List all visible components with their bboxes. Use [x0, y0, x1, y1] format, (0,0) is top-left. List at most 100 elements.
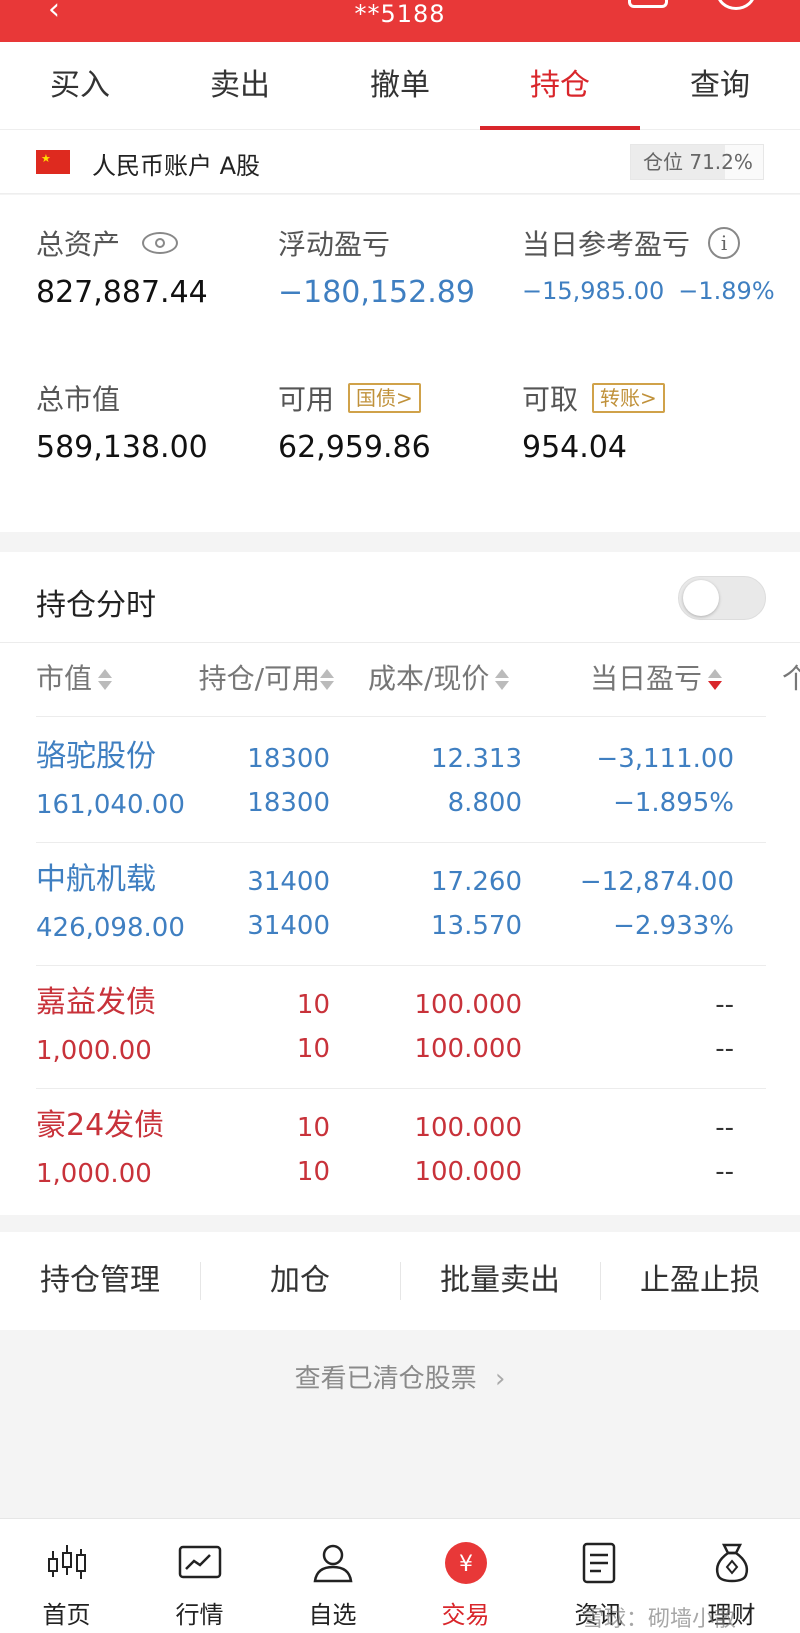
- bond-position: 10: [296, 1113, 330, 1143]
- sort-desc-icon: [708, 669, 723, 691]
- holdings-timeline-toggle[interactable]: [678, 576, 766, 620]
- watermark: 雪球：砌墙小散: [582, 1607, 737, 1632]
- manage-holdings-button[interactable]: 持仓管理: [0, 1232, 200, 1330]
- asset-summary: 总资产 827,887.44 浮动盈亏 −180,152.89 当日参考盈亏 i …: [0, 195, 800, 532]
- bond-daily-pl-pct: --: [715, 1034, 734, 1064]
- document-icon: [582, 1542, 616, 1584]
- total-assets-value: 827,887.44: [36, 275, 208, 310]
- market-value-cell: 总市值 589,138.00: [36, 378, 208, 465]
- nav-market[interactable]: 行情: [133, 1519, 266, 1633]
- sort-icon: [320, 669, 334, 691]
- daily-pl-label: 当日参考盈亏: [522, 228, 691, 261]
- tab-query[interactable]: 查询: [660, 42, 780, 130]
- bond-name: 豪24发债: [36, 1108, 165, 1143]
- table-row[interactable]: 中航机载 426,098.00 31400 31400 17.260 13.57…: [0, 843, 800, 965]
- total-assets-label: 总资产: [36, 228, 121, 261]
- tab-cancel[interactable]: 撤单: [340, 42, 460, 130]
- floating-pl-label: 浮动盈亏: [278, 228, 391, 261]
- bond-daily-pl: --: [715, 1113, 734, 1143]
- stock-market-value: 161,040.00: [36, 790, 185, 820]
- table-row[interactable]: 嘉益发债 1,000.00 10 10 100.000 100.000 -- -…: [0, 966, 800, 1088]
- table-row[interactable]: 骆驼股份 161,040.00 18300 18300 12.313 8.800…: [0, 720, 800, 842]
- view-cleared-stocks-label: 查看已清仓股票: [294, 1364, 477, 1394]
- sort-icon: [98, 669, 113, 691]
- daily-pl-value: −15,985.00: [522, 277, 665, 305]
- floating-pl-value: −180,152.89: [278, 275, 475, 310]
- account-title: **5188: [354, 0, 446, 28]
- person-icon: [313, 1544, 353, 1583]
- header-daily-pl[interactable]: 当日盈亏: [590, 642, 723, 716]
- batch-sell-button[interactable]: 批量卖出: [400, 1232, 600, 1330]
- view-cleared-stocks-link[interactable]: 查看已清仓股票 ›: [0, 1358, 800, 1395]
- bond-cost: 100.000: [414, 1113, 522, 1143]
- divider: [36, 716, 766, 717]
- tab-holdings[interactable]: 持仓: [500, 42, 620, 130]
- daily-pl-percent: −1.89%: [678, 277, 775, 305]
- header-position[interactable]: 持仓/可用: [174, 642, 334, 716]
- stock-available: 18300: [247, 788, 330, 818]
- withdrawable-label: 可取: [522, 383, 579, 416]
- withdrawable-cell: 可取 转账> 954.04: [522, 378, 665, 465]
- withdrawable-value: 954.04: [522, 430, 627, 465]
- nav-home[interactable]: 首页: [0, 1519, 133, 1633]
- trade-tabs: 买入 卖出 撤单 持仓 查询: [0, 42, 800, 130]
- market-value-label: 总市值: [36, 383, 121, 416]
- account-label: 人民币账户 A股: [92, 152, 261, 180]
- account-row: ★ 人民币账户 A股 仓位 71.2%: [0, 130, 800, 194]
- floating-pl-cell: 浮动盈亏 −180,152.89: [278, 223, 475, 310]
- market-chart-icon: [178, 1545, 222, 1579]
- table-row[interactable]: 豪24发债 1,000.00 10 10 100.000 100.000 -- …: [0, 1089, 800, 1211]
- info-icon[interactable]: i: [708, 227, 741, 259]
- nav-trade[interactable]: ¥ 交易: [399, 1519, 532, 1633]
- message-icon[interactable]: [628, 0, 668, 8]
- take-profit-stop-loss-button[interactable]: 止盈止损: [600, 1232, 800, 1330]
- bond-daily-pl-pct: --: [715, 1157, 734, 1187]
- stock-name: 中航机载: [36, 862, 156, 897]
- holdings-timeline-label: 持仓分时: [36, 588, 156, 623]
- nav-trade-label: 交易: [441, 1601, 490, 1629]
- tab-buy[interactable]: 买入: [20, 42, 140, 130]
- bond-price: 100.000: [414, 1034, 522, 1064]
- add-position-button[interactable]: 加仓: [200, 1232, 400, 1330]
- available-value: 62,959.86: [278, 430, 431, 465]
- stock-cost: 17.260: [431, 867, 522, 897]
- eye-icon[interactable]: [142, 232, 179, 254]
- stock-daily-pl-pct: −2.933%: [613, 911, 734, 941]
- toggle-knob: [683, 580, 719, 616]
- stock-position: 18300: [247, 744, 330, 774]
- available-label: 可用: [278, 383, 335, 416]
- header-market-value[interactable]: 市值: [36, 642, 113, 716]
- header-cost-price[interactable]: 成本/现价: [368, 642, 510, 716]
- bond-market-value: 1,000.00: [36, 1159, 152, 1189]
- transfer-tag[interactable]: 转账>: [592, 383, 665, 413]
- stock-cost: 12.313: [431, 744, 522, 774]
- stock-daily-pl: −3,111.00: [596, 744, 734, 774]
- stock-price: 13.570: [431, 911, 522, 941]
- bond-name: 嘉益发债: [36, 985, 156, 1020]
- position-ratio-text: 仓位 71.2%: [643, 150, 753, 174]
- bond-available: 10: [296, 1034, 330, 1064]
- svg-text:¥: ¥: [459, 1552, 473, 1577]
- total-assets-cell: 总资产 827,887.44: [36, 223, 208, 310]
- market-value-value: 589,138.00: [36, 430, 208, 465]
- bottom-nav: 首页 行情 自选 ¥ 交易 资讯 理财 雪球：砌墙小散: [0, 1518, 800, 1633]
- tab-sell[interactable]: 卖出: [180, 42, 300, 130]
- nav-watchlist-label: 自选: [308, 1601, 357, 1629]
- stock-position: 31400: [247, 867, 330, 897]
- header-more[interactable]: 个: [782, 642, 800, 716]
- treasury-bond-tag[interactable]: 国债>: [348, 383, 421, 413]
- holdings-table-header: 市值 持仓/可用 成本/现价 当日盈亏 个: [0, 642, 800, 716]
- bond-position: 10: [296, 990, 330, 1020]
- stock-price: 8.800: [447, 788, 522, 818]
- chevron-right-icon: ›: [494, 1364, 506, 1394]
- nav-watchlist[interactable]: 自选: [266, 1519, 399, 1633]
- daily-pl-cell: 当日参考盈亏 i −15,985.00 −1.89%: [522, 223, 775, 305]
- bond-daily-pl: --: [715, 990, 734, 1020]
- stock-market-value: 426,098.00: [36, 913, 185, 943]
- bond-available: 10: [296, 1157, 330, 1187]
- bond-price: 100.000: [414, 1157, 522, 1187]
- stock-daily-pl-pct: −1.895%: [613, 788, 734, 818]
- bond-market-value: 1,000.00: [36, 1036, 152, 1066]
- available-cell: 可用 国债> 62,959.86: [278, 378, 431, 465]
- stock-daily-pl: −12,874.00: [579, 867, 734, 897]
